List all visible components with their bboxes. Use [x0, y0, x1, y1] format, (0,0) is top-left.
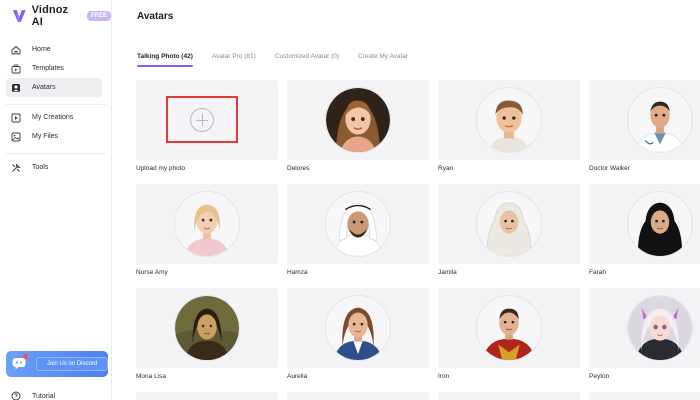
sidebar-item-tools[interactable]: Tools: [6, 158, 102, 177]
sidebar-item-my-files[interactable]: My Files: [6, 127, 102, 146]
avatar-image-hamza: [325, 191, 391, 257]
sidebar-item-tutorial[interactable]: Tutorial: [11, 391, 55, 400]
avatar-card-farah[interactable]: [589, 184, 700, 264]
avatar-card[interactable]: [589, 392, 700, 400]
join-discord-button[interactable]: Join Us on Discord: [36, 357, 108, 371]
sidebar-nav-top: Home Templates Avatars: [6, 40, 102, 97]
sidebar-item-label: Templates: [32, 65, 64, 72]
sidebar-item-avatars[interactable]: Avatars: [6, 78, 102, 97]
plan-badge: FREE: [86, 11, 111, 21]
avatar-image-mona-lisa: [174, 295, 240, 361]
discord-banner[interactable]: Join Us on Discord: [6, 351, 108, 377]
sidebar-item-label: Tutorial: [32, 392, 56, 400]
avatar-image-jamila: [476, 191, 542, 257]
avatar-card[interactable]: [136, 392, 278, 400]
sidebar-divider: [6, 153, 106, 154]
brand[interactable]: Vidnoz AI FREE: [12, 4, 111, 28]
templates-icon: [11, 64, 21, 73]
sidebar: Vidnoz AI FREE Home Templates Avatars My…: [0, 0, 112, 400]
tab-avatar-pro[interactable]: Avatar Pro (81): [212, 53, 256, 67]
avatar-card-iron[interactable]: [438, 288, 580, 368]
sidebar-item-home[interactable]: Home: [6, 40, 102, 59]
card-label: Ryan: [438, 165, 454, 172]
avatar-icon: [12, 83, 20, 92]
brand-name: Vidnoz AI: [31, 4, 69, 28]
sidebar-item-label: Tools: [32, 164, 49, 171]
upload-photo-card[interactable]: [136, 80, 278, 160]
card-label: Iron: [438, 373, 450, 380]
tab-create-my-avatar[interactable]: Create My Avatar: [358, 53, 408, 67]
avatar-card-aurelia[interactable]: [287, 288, 429, 368]
page-title: Avatars: [137, 11, 174, 22]
tools-icon: [12, 163, 21, 172]
card-label: Aurelia: [287, 373, 308, 380]
sidebar-item-my-creations[interactable]: My Creations: [6, 108, 102, 127]
card-label: Farah: [589, 269, 606, 276]
card-label: Upload my photo: [136, 165, 186, 172]
sidebar-nav-tools: Tools: [6, 158, 102, 177]
notification-dot: [23, 354, 28, 359]
card-label: Peyton: [589, 373, 610, 380]
avatar-card-jamila[interactable]: [438, 184, 580, 264]
avatar-image-nurse-amy: [174, 191, 240, 257]
image-icon: [11, 132, 21, 141]
avatar-card-peyton[interactable]: [589, 288, 700, 368]
home-icon: [11, 45, 21, 54]
avatar-card-mona-lisa[interactable]: [136, 288, 278, 368]
card-label: Jamila: [438, 269, 457, 276]
sidebar-item-label: Avatars: [32, 84, 56, 91]
avatar-card[interactable]: [287, 392, 429, 400]
play-icon: [11, 113, 21, 122]
avatar-image-ryan: [476, 87, 542, 153]
avatar-card[interactable]: [438, 392, 580, 400]
sidebar-divider: [6, 104, 106, 105]
avatar-card-delores[interactable]: [287, 80, 429, 160]
sidebar-item-label: My Creations: [32, 114, 74, 121]
vidnoz-logo-icon: [12, 10, 26, 22]
avatar-tabs: Talking Photo (42) Avatar Pro (81) Custo…: [137, 53, 427, 67]
card-label: Nurse Amy: [136, 269, 168, 276]
add-icon: [190, 107, 214, 132]
sidebar-item-label: Home: [32, 46, 51, 53]
sidebar-item-label: My Files: [32, 133, 59, 140]
card-label: Hamza: [287, 269, 308, 276]
avatar-image-aurelia: [325, 295, 391, 361]
avatar-card-doctor-walker[interactable]: [589, 80, 700, 160]
avatar-card-nurse-amy[interactable]: [136, 184, 278, 264]
upload-area[interactable]: [166, 96, 238, 143]
help-icon: [11, 391, 21, 400]
avatar-image-delores: [325, 87, 391, 153]
card-label: Mona Lisa: [136, 373, 166, 380]
tab-customized-avatar[interactable]: Customized Avatar (0): [275, 53, 339, 67]
sidebar-item-templates[interactable]: Templates: [6, 59, 102, 78]
avatar-image-doctor-walker: [627, 87, 693, 153]
card-label: Delores: [287, 165, 310, 172]
avatar-image-farah: [627, 191, 693, 257]
avatar-image-peyton: [627, 295, 693, 361]
card-label: Doctor Walker: [589, 165, 630, 172]
avatar-card-ryan[interactable]: [438, 80, 580, 160]
avatar-card-hamza[interactable]: [287, 184, 429, 264]
discord-icon: [12, 358, 26, 370]
sidebar-nav-middle: My Creations My Files: [6, 108, 102, 146]
avatar-image-iron: [476, 295, 542, 361]
tab-talking-photo[interactable]: Talking Photo (42): [137, 53, 193, 67]
